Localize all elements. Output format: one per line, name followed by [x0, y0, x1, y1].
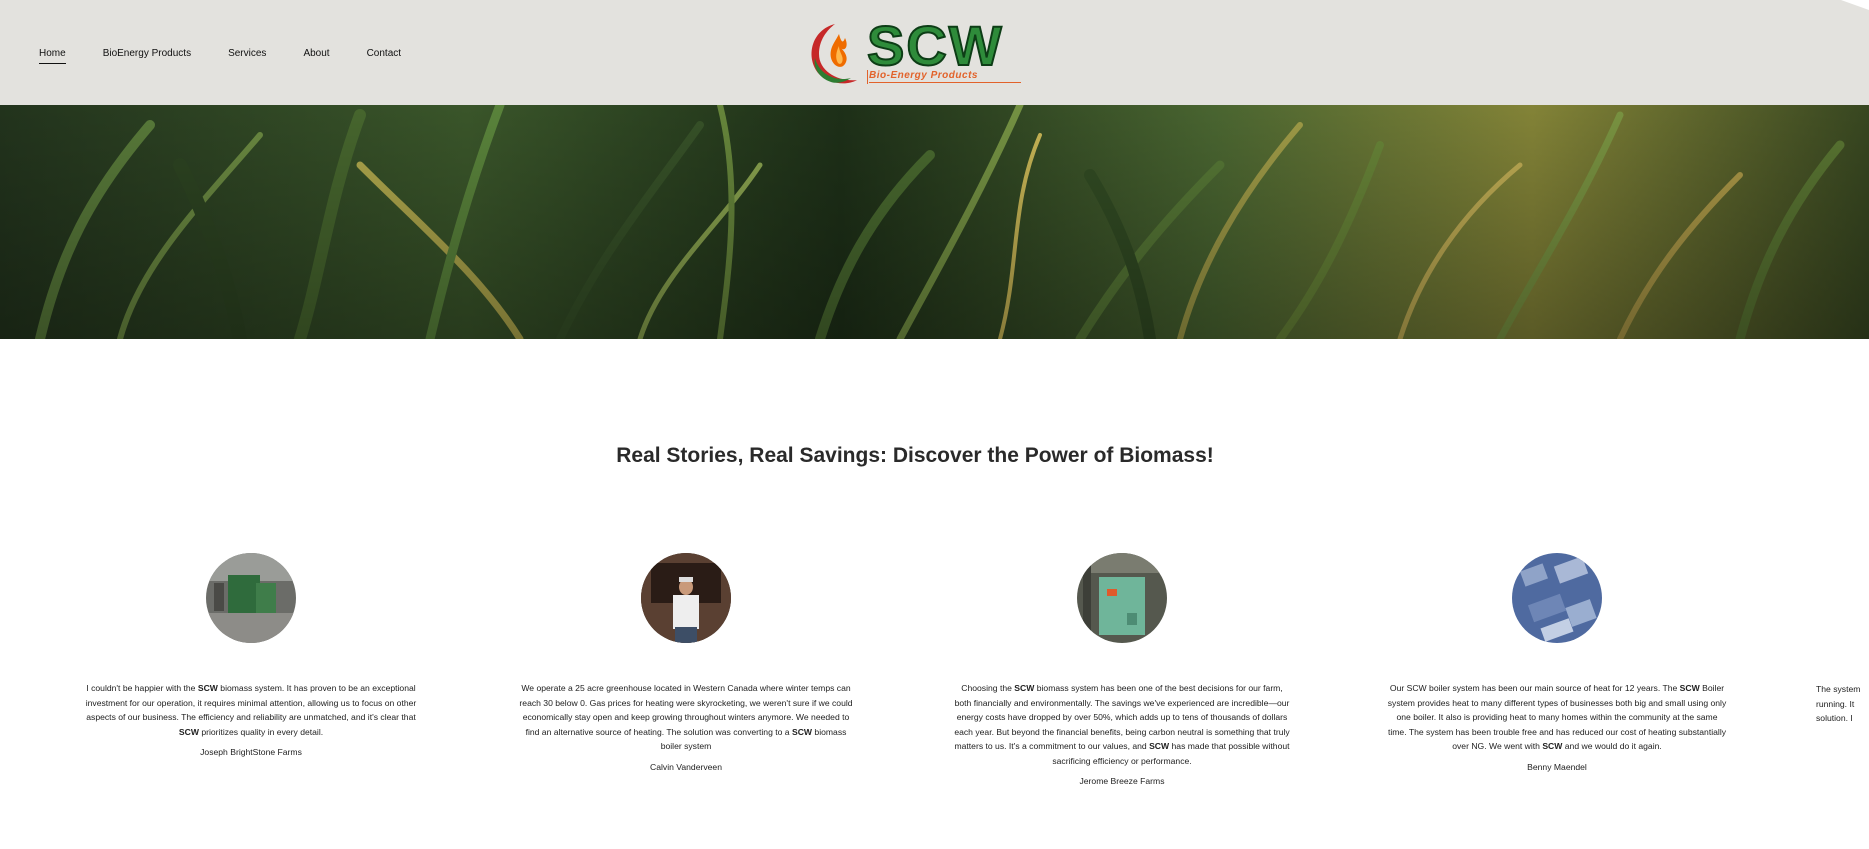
logo-subtitle: Bio-Energy Products [869, 70, 1021, 83]
scw-logo[interactable]: SCW Bio-Energy Products [805, 14, 1025, 90]
peek-line: The system [1816, 684, 1861, 694]
site-header: Home BioEnergy Products Services About C… [0, 0, 1869, 105]
logo-wordmark: SCW [866, 14, 1004, 77]
hero-banner-image [0, 105, 1869, 339]
testimonial-quote: We operate a 25 acre greenhouse located … [519, 683, 853, 751]
testimonial-author: Jerome Breeze Farms [1079, 776, 1165, 786]
testimonial-avatar-image [1512, 553, 1602, 643]
testimonial-avatar-image [641, 553, 731, 643]
testimonial-author: Joseph BrightStone Farms [200, 747, 302, 757]
testimonial-card: I couldn't be happier with the SCW bioma… [81, 553, 421, 759]
testimonial-author: Benny Maendel [1527, 761, 1587, 772]
testimonial-quote: Our SCW boiler system has been our main … [1387, 683, 1727, 751]
flame-logo-icon [811, 24, 857, 84]
testimonial-card: Our SCW boiler system has been our main … [1387, 553, 1727, 774]
testimonial-quote: I couldn't be happier with the SCW bioma… [85, 683, 417, 737]
nav-services[interactable]: Services [228, 48, 266, 64]
testimonials-heading: Real Stories, Real Savings: Discover the… [616, 444, 1214, 467]
header-corner-fold [1841, 0, 1869, 10]
nav-home[interactable]: Home [39, 48, 66, 64]
peek-line: solution. I [1816, 713, 1853, 723]
main-nav: Home BioEnergy Products Services About C… [39, 48, 438, 64]
testimonial-card: We operate a 25 acre greenhouse located … [516, 553, 856, 774]
peek-line: running. It [1816, 698, 1855, 709]
testimonial-avatar-image [206, 553, 296, 643]
nav-about[interactable]: About [303, 48, 329, 64]
testimonial-avatar-image [1077, 553, 1167, 643]
logo-sub-bracket [867, 70, 868, 84]
nav-contact[interactable]: Contact [367, 48, 401, 64]
testimonial-card: Choosing the SCW biomass system has been… [952, 553, 1292, 788]
testimonial-author: Calvin Vanderveen [650, 761, 722, 772]
nav-bioenergy-products[interactable]: BioEnergy Products [103, 48, 191, 64]
testimonial-quote: Choosing the SCW biomass system has been… [954, 683, 1290, 766]
testimonial-card-peek: The system running. It solution. I [1816, 682, 1869, 726]
